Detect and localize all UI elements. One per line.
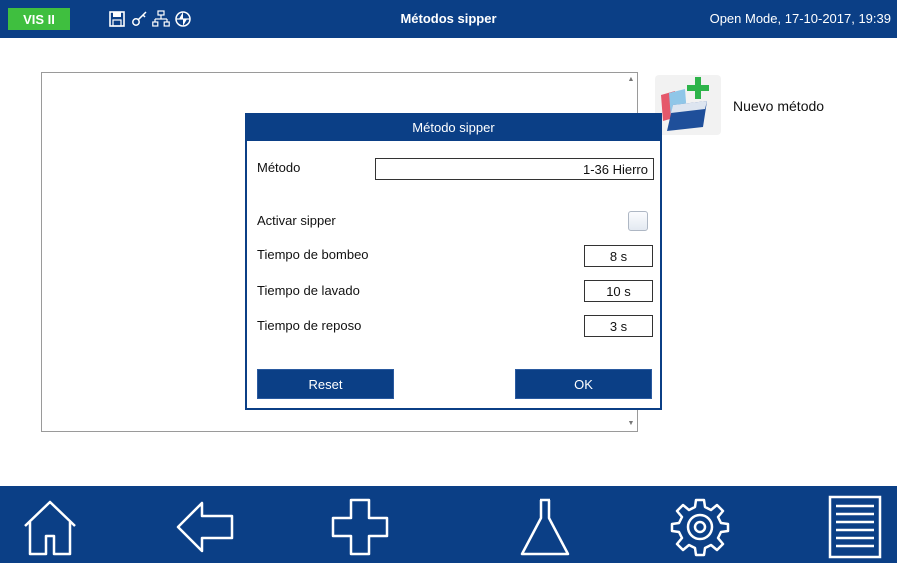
new-method-label: Nuevo método [733, 98, 825, 114]
settings-button[interactable] [665, 494, 735, 560]
home-button[interactable] [15, 494, 85, 560]
wash-time-label: Tiempo de lavado [257, 283, 360, 298]
measure-button[interactable] [510, 494, 580, 560]
add-button[interactable] [325, 494, 395, 560]
ok-button[interactable]: OK [515, 369, 652, 399]
flask-icon [520, 498, 570, 556]
dialog-title: Método sipper [247, 115, 660, 141]
activate-sipper-checkbox[interactable] [628, 211, 648, 231]
pump-time-field[interactable] [584, 245, 653, 267]
rest-time-label: Tiempo de reposo [257, 318, 362, 333]
home-icon [24, 500, 76, 556]
top-bar: VIS II Métodos sipper Open Mode, 17-10-2… [0, 0, 897, 38]
scroll-down-arrow-icon[interactable]: ▼ [627, 420, 635, 428]
back-button[interactable] [170, 494, 240, 560]
sipper-method-dialog: Método sipper Método Activar sipper Tiem… [245, 113, 662, 410]
add-icon [331, 498, 389, 556]
reset-button[interactable]: Reset [257, 369, 394, 399]
method-label: Método [257, 160, 301, 175]
status-text: Open Mode, 17-10-2017, 19:39 [709, 11, 891, 26]
back-arrow-icon [176, 501, 234, 553]
pump-time-label: Tiempo de bombeo [257, 247, 369, 262]
menu-list-icon [828, 495, 882, 559]
settings-gear-icon [670, 498, 730, 557]
new-method-button[interactable] [655, 75, 721, 135]
scroll-up-arrow-icon[interactable]: ▲ [627, 76, 635, 84]
bottom-nav-bar [0, 486, 897, 563]
sipper-label: Activar sipper [257, 213, 336, 228]
rest-time-field[interactable] [584, 315, 653, 337]
method-field[interactable] [375, 158, 654, 180]
new-method-icon [661, 77, 709, 131]
menu-button[interactable] [820, 494, 890, 560]
wash-time-field[interactable] [584, 280, 653, 302]
